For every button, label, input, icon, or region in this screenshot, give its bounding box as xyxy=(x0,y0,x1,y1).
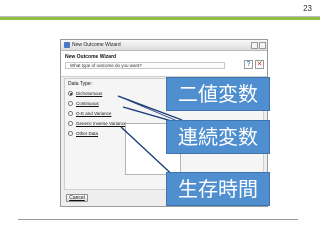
callout-continuous: 連続変数 xyxy=(166,120,270,154)
callout-dichotomous: 二値変数 xyxy=(166,77,270,111)
callout-survival-time: 生存時間 xyxy=(166,172,270,206)
bottom-divider xyxy=(18,219,298,220)
callout-connectors xyxy=(117,95,183,181)
